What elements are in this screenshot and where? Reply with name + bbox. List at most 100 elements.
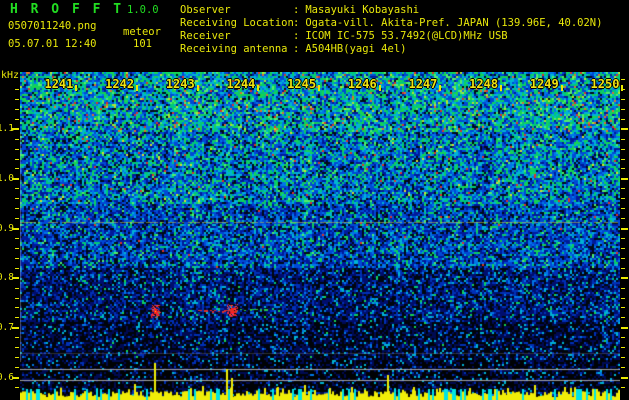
info-value: A504HB(yagi 4el) bbox=[305, 43, 407, 55]
freq-minor-tick bbox=[15, 337, 19, 339]
freq-minor-tick bbox=[15, 247, 19, 249]
freq-minor-tick bbox=[15, 98, 19, 100]
freq-minor-tick bbox=[15, 218, 19, 220]
freq-major-tick bbox=[12, 177, 19, 180]
spectrogram-plot: 1241 1242 1243 1244 1245 1246 1247 1248 1249 1250 bbox=[20, 72, 624, 400]
freq-minor-tick-right bbox=[621, 287, 625, 289]
time-tick bbox=[378, 85, 381, 91]
time-tick bbox=[257, 85, 260, 91]
time-tick bbox=[75, 85, 78, 91]
freq-label: 0.7 bbox=[0, 321, 14, 333]
info-separator: : bbox=[293, 17, 300, 29]
freq-minor-tick-right bbox=[621, 218, 625, 220]
freq-minor-tick bbox=[15, 158, 19, 160]
freq-major-tick bbox=[12, 326, 19, 329]
echo-count: 101 bbox=[133, 38, 152, 50]
freq-minor-tick bbox=[15, 188, 19, 190]
info-row-receiver: Receiver: ICOM IC-575 53.7492(@LCD)MHz US… bbox=[180, 30, 602, 43]
mode-label: meteor bbox=[123, 26, 161, 38]
freq-minor-tick-right bbox=[621, 237, 625, 239]
freq-major-tick-right bbox=[621, 227, 628, 230]
freq-minor-tick-right bbox=[621, 79, 625, 81]
freq-minor-tick-right bbox=[621, 138, 625, 140]
freq-minor-tick-right bbox=[621, 247, 625, 249]
time-label: 1244 bbox=[226, 77, 256, 91]
info-label: Observer bbox=[180, 4, 231, 16]
freq-minor-tick-right bbox=[621, 168, 625, 170]
app-version: 1.0.0 bbox=[127, 4, 159, 16]
freq-minor-tick bbox=[15, 317, 19, 319]
timestamp: 05.07.01 12:40 bbox=[8, 38, 97, 50]
freq-minor-tick bbox=[15, 89, 19, 91]
freq-minor-tick-right bbox=[621, 108, 625, 110]
freq-major-tick bbox=[12, 376, 19, 379]
freq-minor-tick bbox=[15, 108, 19, 110]
freq-minor-tick bbox=[15, 367, 19, 369]
freq-major-tick-right bbox=[621, 177, 628, 180]
freq-minor-tick-right bbox=[621, 347, 625, 349]
freq-minor-tick bbox=[15, 237, 19, 239]
freq-minor-tick bbox=[15, 138, 19, 140]
freq-major-tick-right bbox=[621, 277, 628, 280]
info-value: Ogata-vill. Akita-Pref. JAPAN (139.96E, … bbox=[305, 17, 603, 29]
info-value: Masayuki Kobayashi bbox=[305, 4, 420, 16]
freq-minor-tick bbox=[15, 386, 19, 388]
freq-minor-tick bbox=[15, 257, 19, 259]
info-row-location: Receiving Location: Ogata-vill. Akita-Pre… bbox=[180, 17, 602, 30]
freq-minor-tick bbox=[15, 297, 19, 299]
freq-minor-tick-right bbox=[621, 118, 625, 120]
time-tick bbox=[560, 85, 563, 91]
app-title: H R O F F T bbox=[10, 2, 124, 17]
info-value: ICOM IC-575 53.7492(@LCD)MHz USB bbox=[305, 30, 508, 42]
time-label: 1248 bbox=[469, 77, 499, 91]
freq-major-tick bbox=[12, 277, 19, 280]
freq-minor-tick-right bbox=[621, 98, 625, 100]
time-label: 1242 bbox=[105, 77, 135, 91]
freq-minor-tick bbox=[15, 118, 19, 120]
freq-minor-tick-right bbox=[621, 357, 625, 359]
freq-minor-tick bbox=[15, 307, 19, 309]
freq-minor-tick bbox=[15, 287, 19, 289]
freq-major-tick-right bbox=[621, 128, 628, 131]
time-label: 1243 bbox=[165, 77, 195, 91]
time-tick bbox=[318, 85, 321, 91]
freq-label: 1.1 bbox=[0, 123, 14, 135]
station-info: Observer: Masayuki Kobayashi Receiving Lo… bbox=[180, 4, 602, 56]
info-separator: : bbox=[293, 30, 300, 42]
freq-minor-tick bbox=[15, 267, 19, 269]
freq-label: 0.6 bbox=[0, 371, 14, 383]
freq-unit-label: kHz bbox=[1, 70, 20, 81]
freq-minor-tick-right bbox=[621, 297, 625, 299]
freq-major-tick-right bbox=[621, 326, 628, 329]
hrofft-window: H R O F F T 1.0.0 0507011240.png meteor … bbox=[0, 0, 629, 400]
freq-minor-tick-right bbox=[621, 188, 625, 190]
time-label: 1241 bbox=[44, 77, 74, 91]
spectrogram-canvas bbox=[20, 72, 620, 400]
freq-minor-tick bbox=[15, 357, 19, 359]
time-label: 1247 bbox=[408, 77, 438, 91]
freq-minor-tick-right bbox=[621, 198, 625, 200]
freq-minor-tick-right bbox=[621, 367, 625, 369]
freq-label: 1.0 bbox=[0, 172, 14, 184]
freq-major-tick-right bbox=[621, 376, 628, 379]
info-label: Receiver bbox=[180, 30, 231, 42]
time-tick bbox=[136, 85, 139, 91]
info-row-antenna: Receiving antenna: A504HB(yagi 4el) bbox=[180, 43, 602, 56]
time-label: 1245 bbox=[287, 77, 317, 91]
freq-minor-tick-right bbox=[621, 148, 625, 150]
freq-minor-tick bbox=[15, 208, 19, 210]
info-separator: : bbox=[293, 43, 300, 55]
time-label: 1246 bbox=[347, 77, 377, 91]
info-label: Receiving Location bbox=[180, 17, 294, 29]
freq-minor-tick-right bbox=[621, 307, 625, 309]
freq-major-tick bbox=[12, 128, 19, 131]
freq-minor-tick bbox=[15, 168, 19, 170]
freq-major-tick bbox=[12, 227, 19, 230]
info-separator: : bbox=[293, 4, 300, 16]
time-tick bbox=[621, 85, 624, 91]
time-label: 1249 bbox=[529, 77, 559, 91]
time-label: 1250 bbox=[590, 77, 620, 91]
freq-minor-tick-right bbox=[621, 267, 625, 269]
freq-minor-tick bbox=[15, 198, 19, 200]
freq-minor-tick-right bbox=[621, 208, 625, 210]
